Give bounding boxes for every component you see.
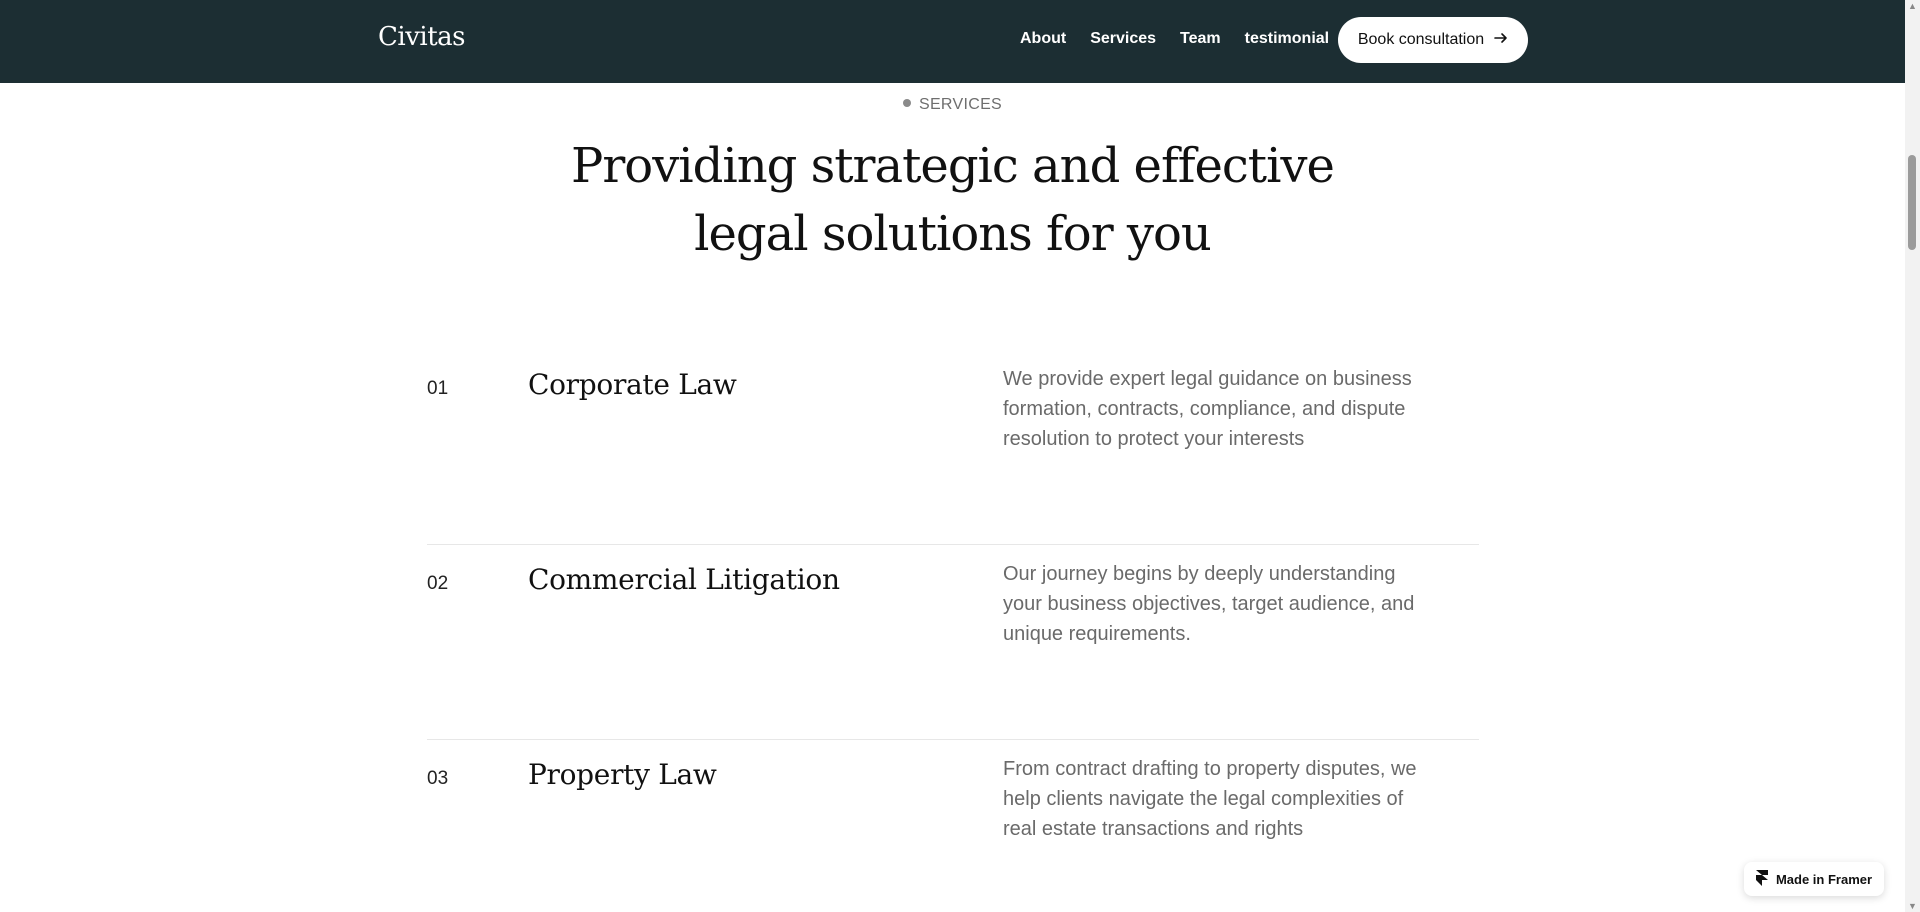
arrow-right-icon <box>1494 31 1508 50</box>
eyebrow-label: SERVICES <box>918 96 1003 113</box>
service-number: 02 <box>427 573 449 594</box>
section-eyebrow: SERVICES <box>0 96 1905 114</box>
cta-label: Book consultation <box>1357 31 1485 48</box>
nav-link-services[interactable]: Services <box>1090 30 1156 48</box>
service-number: 03 <box>427 768 449 789</box>
scroll-up-arrow-icon[interactable]: ▲ <box>1907 0 1918 12</box>
scrollbar-thumb[interactable] <box>1908 155 1916 250</box>
nav-link-team[interactable]: Team <box>1180 30 1221 48</box>
framer-logo-icon <box>1755 869 1768 889</box>
headline-line-1: Providing strategic and effective <box>571 138 1335 194</box>
headline-line-2: legal solutions for you <box>694 206 1212 262</box>
bullet-dot-icon <box>902 99 911 107</box>
nav-link-about[interactable]: About <box>1020 30 1066 48</box>
nav-links: About Services Team testimonial <box>1020 30 1329 48</box>
scrollbar-track[interactable] <box>1905 0 1920 912</box>
service-row-corporate-law: 01 Corporate Law We provide expert legal… <box>427 350 1479 545</box>
services-list: 01 Corporate Law We provide expert legal… <box>427 350 1479 912</box>
service-title: Commercial Litigation <box>528 563 840 596</box>
navbar: Civitas About Services Team testimonial … <box>0 0 1905 83</box>
service-description: From contract drafting to property dispu… <box>1003 758 1417 840</box>
section-headline: Providing strategic and effective legal … <box>0 132 1905 268</box>
service-row-commercial-litigation: 02 Commercial Litigation Our journey beg… <box>427 545 1479 740</box>
service-title: Corporate Law <box>528 368 737 401</box>
brand-logo[interactable]: Civitas <box>378 22 466 52</box>
made-in-framer-badge[interactable]: Made in Framer <box>1744 862 1884 896</box>
service-description: Our journey begins by deeply understandi… <box>1003 563 1415 645</box>
service-title: Property Law <box>528 758 717 791</box>
badge-label: Made in Framer <box>1775 871 1873 887</box>
scroll-down-arrow-icon[interactable]: ▼ <box>1907 900 1918 912</box>
nav-link-testimonial[interactable]: testimonial <box>1245 30 1329 48</box>
service-description: We provide expert legal guidance on busi… <box>1003 368 1412 450</box>
service-number: 01 <box>427 378 449 399</box>
book-consultation-button[interactable]: Book consultation <box>1338 17 1528 63</box>
service-row-property-law: 03 Property Law From contract drafting t… <box>427 740 1479 912</box>
